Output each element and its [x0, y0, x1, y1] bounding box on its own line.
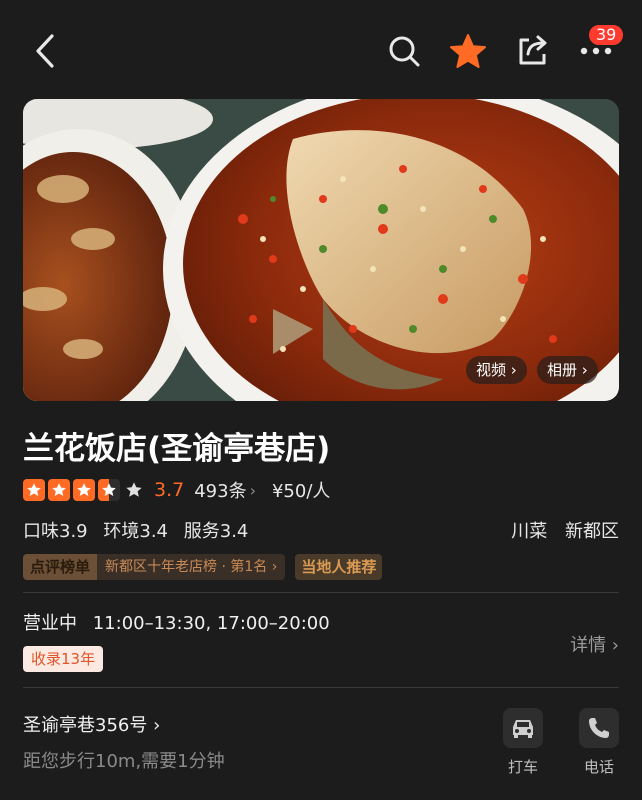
chevron-right-icon: › [249, 480, 256, 500]
phone-button[interactable]: 电话 [574, 708, 624, 777]
album-button[interactable]: 相册 › [537, 356, 598, 384]
favorite-button[interactable] [443, 26, 493, 76]
share-button[interactable] [507, 26, 557, 76]
star-icon [48, 479, 70, 501]
divider [23, 687, 619, 688]
top-bar: 39 [0, 0, 642, 100]
sub-scores: 口味3.9 环境3.4 服务3.4 [23, 517, 258, 543]
business-hours[interactable]: 营业中 11:00–13:30, 17:00–20:00 [23, 609, 330, 635]
taxi-icon-box [503, 708, 543, 748]
star-icon [450, 34, 486, 68]
ranking-tag[interactable]: 点评榜单 新都区十年老店榜 · 第1名 › [23, 554, 286, 580]
divider [23, 592, 619, 593]
ranking-label: 点评榜单 [23, 554, 98, 580]
hours-times: 11:00–13:30, 17:00–20:00 [92, 613, 330, 634]
rating-score: 3.7 [154, 479, 185, 501]
shop-photo[interactable] [23, 99, 619, 401]
environment-score: 环境3.4 [103, 521, 169, 542]
phone-icon-box [579, 708, 619, 748]
taxi-button[interactable]: 打车 [498, 708, 548, 777]
search-button[interactable] [379, 26, 429, 76]
star-icon [73, 479, 95, 501]
taste-score: 口味3.9 [23, 521, 88, 542]
listed-since-tag: 收录13年 [23, 646, 104, 672]
open-status: 营业中 [23, 613, 77, 634]
phone-label: 电话 [583, 758, 614, 776]
notification-badge: 39 [587, 23, 626, 47]
more-icon [580, 47, 612, 55]
car-icon [513, 720, 533, 738]
search-icon [389, 36, 420, 67]
details-link[interactable]: 详情 › [570, 631, 619, 657]
service-score: 服务3.4 [183, 521, 249, 542]
walking-distance: 距您步行10m,需要1分钟 [23, 751, 225, 772]
category-area: 川菜 新都区 [499, 517, 619, 543]
review-count: 493条 [194, 481, 247, 502]
cuisine-category: 川菜 [511, 521, 548, 542]
local-recommend-tag: 当地人推荐 [295, 554, 383, 580]
video-button[interactable]: 视频 › [466, 356, 527, 384]
food-photo-illustration [23, 99, 619, 401]
half-star-icon [98, 479, 120, 501]
rating-row[interactable]: 3.7 493条 › ¥50/人 [23, 476, 330, 504]
tags-row: 点评榜单 新都区十年老店榜 · 第1名 › 当地人推荐 [23, 554, 383, 580]
back-button[interactable] [20, 26, 70, 76]
shop-name: 兰花饭店(圣谕亭巷店) [23, 431, 331, 467]
share-icon [519, 35, 547, 65]
star-icon [23, 479, 45, 501]
ranking-text: 新都区十年老店榜 · 第1名 › [97, 554, 286, 580]
district: 新都区 [565, 521, 619, 542]
address-link[interactable]: 圣谕亭巷356号 › [23, 711, 160, 737]
chevron-left-icon [36, 34, 54, 68]
price-per-person: ¥50/人 [271, 481, 331, 502]
taxi-label: 打车 [507, 758, 538, 776]
shop-detail-page: 39 视频 › 相册 › 兰花饭店(圣谕亭巷店) 3.7 493条 › ¥50/… [0, 0, 642, 800]
empty-star-icon [123, 479, 145, 501]
phone-icon [589, 718, 609, 738]
